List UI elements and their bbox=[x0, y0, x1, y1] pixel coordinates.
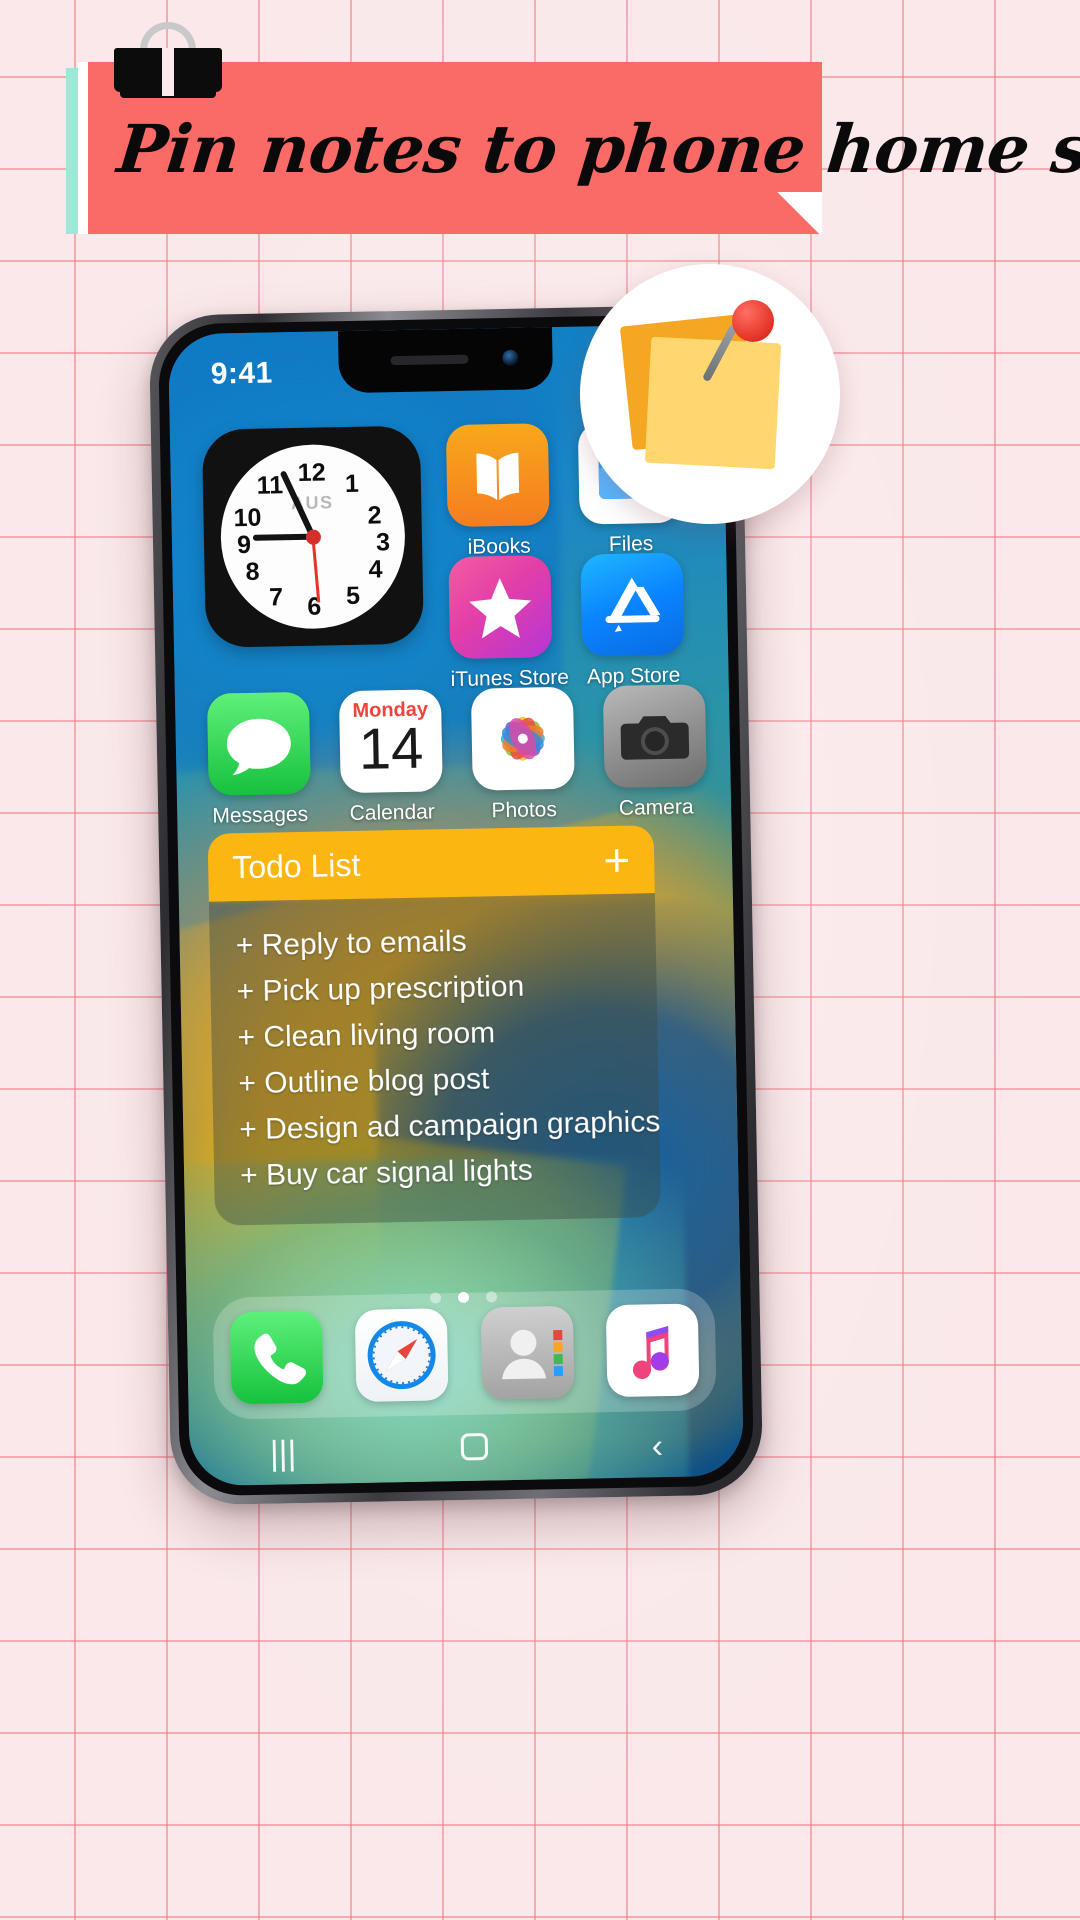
app-calendar[interactable]: Monday 14 Calendar bbox=[338, 689, 444, 826]
app-store-icon bbox=[580, 552, 685, 657]
pin-head-icon bbox=[732, 300, 774, 342]
clock-num-2: 2 bbox=[367, 501, 382, 530]
recents-icon[interactable]: ||| bbox=[269, 1434, 296, 1473]
app-photos[interactable]: Photos bbox=[470, 686, 576, 824]
phone-icon[interactable] bbox=[229, 1310, 324, 1405]
list-item[interactable]: + Buy car signal lights bbox=[214, 1145, 661, 1200]
dock bbox=[212, 1288, 717, 1420]
banner-title: Pin notes to phone home screen bbox=[113, 110, 1080, 188]
todo-add-button[interactable]: + bbox=[603, 834, 631, 887]
contacts-icon[interactable] bbox=[480, 1305, 575, 1400]
back-chevron-icon[interactable]: ‹ bbox=[651, 1427, 663, 1465]
clock-num-4: 4 bbox=[368, 555, 383, 584]
clock-hour-hand bbox=[252, 533, 313, 541]
app-label: Photos bbox=[491, 798, 558, 823]
itunes-store-icon bbox=[448, 555, 553, 660]
calendar-icon: Monday 14 bbox=[338, 689, 443, 794]
clock-center-pin bbox=[305, 529, 321, 545]
calendar-date: 14 bbox=[358, 715, 424, 782]
status-time: 9:41 bbox=[210, 356, 274, 391]
clock-face: AUS 12 1 2 3 4 5 6 7 8 9 10 11 bbox=[219, 442, 407, 631]
home-square-icon[interactable] bbox=[457, 1429, 492, 1470]
todo-list-title: Todo List bbox=[231, 846, 361, 885]
app-ibooks[interactable]: iBooks bbox=[445, 423, 551, 560]
sticky-notes-callout bbox=[580, 264, 840, 524]
safari-compass-icon[interactable] bbox=[355, 1308, 449, 1402]
app-label: Calendar bbox=[349, 800, 436, 826]
app-camera[interactable]: Camera bbox=[602, 684, 708, 821]
app-store[interactable]: App Store bbox=[580, 552, 685, 690]
todo-list-body: + Reply to emails + Pick up prescription… bbox=[208, 893, 662, 1226]
camera-icon bbox=[602, 684, 707, 789]
todo-list-widget[interactable]: Todo List + + Reply to emails + Pick up … bbox=[207, 825, 662, 1226]
clock-num-8: 8 bbox=[245, 557, 260, 586]
clock-num-12: 12 bbox=[297, 458, 326, 487]
clock-num-7: 7 bbox=[268, 583, 284, 612]
binder-clip-icon bbox=[114, 22, 222, 98]
photos-icon bbox=[470, 686, 575, 791]
android-navigation-bar[interactable]: ||| ‹ bbox=[189, 1414, 744, 1487]
banner-corner-fold-icon bbox=[774, 192, 822, 234]
app-messages[interactable]: Messages bbox=[206, 691, 312, 829]
music-note-icon[interactable] bbox=[605, 1303, 700, 1398]
clock-num-3: 3 bbox=[375, 528, 391, 557]
clock-widget[interactable]: AUS 12 1 2 3 4 5 6 7 8 9 10 11 bbox=[201, 425, 424, 648]
messages-icon bbox=[206, 691, 311, 796]
clock-num-1: 1 bbox=[344, 469, 360, 499]
clock-num-6: 6 bbox=[307, 592, 322, 621]
clock-num-10: 10 bbox=[233, 503, 262, 533]
app-itunes-store[interactable]: iTunes Store bbox=[448, 555, 569, 692]
app-label: Messages bbox=[212, 802, 309, 828]
ibooks-icon bbox=[445, 423, 550, 528]
clock-num-5: 5 bbox=[345, 581, 361, 611]
todo-list-header: Todo List + bbox=[207, 825, 655, 902]
binder-clip-gap bbox=[162, 48, 174, 96]
app-label: Camera bbox=[618, 795, 694, 820]
